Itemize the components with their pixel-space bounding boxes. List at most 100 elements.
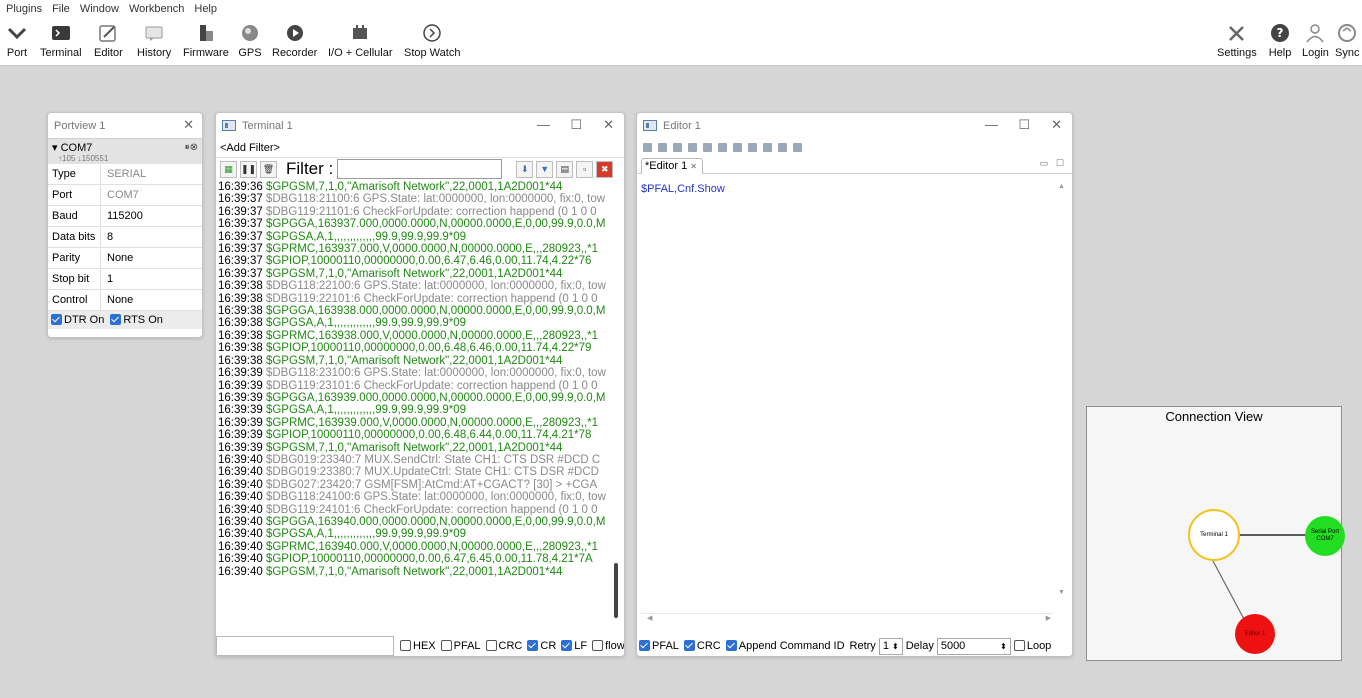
log-timestamp: 16:39:39 — [218, 391, 263, 404]
rts-checkbox[interactable]: RTS On — [110, 314, 163, 326]
cr-checkbox[interactable]: CR — [527, 640, 556, 652]
editor-crc-checkbox[interactable]: CRC — [683, 640, 721, 652]
append-command-id-checkbox[interactable]: Append Command ID — [725, 640, 845, 652]
log-timestamp: 16:39:39 — [218, 367, 263, 380]
grid-icon[interactable]: ▦ — [220, 160, 237, 178]
terminal-scrollbar[interactable] — [614, 563, 618, 618]
editor-tab[interactable]: *Editor 1 ✕ — [641, 158, 703, 174]
close-icon[interactable]: ✕ — [1051, 117, 1062, 133]
menu-plugins[interactable]: Plugins — [6, 3, 42, 15]
window-restore-icon[interactable]: ▫ — [576, 160, 594, 178]
toolbar-history-button[interactable]: History — [137, 22, 171, 59]
close-icon[interactable]: ✕ — [603, 117, 614, 133]
editor-vertical-scrollbar[interactable]: ▲ ▼ — [1056, 175, 1068, 621]
editor-titlebar[interactable]: Editor 1 — ☐ ✕ — [637, 113, 1072, 138]
hex-checkbox[interactable]: HEX — [400, 640, 436, 652]
save-icon[interactable] — [673, 142, 682, 152]
recorder-icon — [283, 22, 307, 44]
minimize-icon[interactable]: — — [537, 117, 550, 132]
scroll-right-icon[interactable]: ▶ — [1046, 614, 1051, 622]
download-icon[interactable]: ⬇ — [516, 160, 534, 178]
send-icon[interactable] — [778, 142, 787, 152]
log-message: $DBG118:24100:6 GPS.State: lat:0000000, … — [265, 491, 606, 504]
editor-horizontal-scrollbar[interactable]: ◀ ▶ — [641, 613, 1053, 625]
scroll-down-icon[interactable]: ▼ — [1058, 589, 1065, 596]
toolbar-sync-button[interactable]: Sync — [1335, 22, 1359, 59]
clear-red-icon[interactable]: ✖ — [596, 160, 614, 178]
baud-field[interactable]: 115200 — [100, 206, 202, 226]
control-field[interactable]: None — [100, 290, 202, 310]
maximize-icon[interactable]: ☐ — [1018, 117, 1030, 133]
editor-node[interactable]: Editor 1 — [1235, 614, 1275, 654]
pause-icon[interactable]: ❚❚ — [240, 160, 257, 178]
terminal-send-input[interactable] — [216, 636, 394, 656]
undo-icon[interactable] — [748, 142, 757, 152]
toolbar-help-button[interactable]: ? Help — [1268, 22, 1292, 59]
stopbit-field[interactable]: 1 — [100, 269, 202, 289]
maximize-icon[interactable]: ☐ — [570, 117, 582, 133]
toolbar-editor-button[interactable]: Editor — [94, 22, 123, 59]
save-as-icon[interactable] — [688, 142, 697, 152]
tab-close-icon[interactable]: ✕ — [690, 162, 697, 171]
retry-spinner[interactable]: 1 ⬍ — [878, 637, 903, 655]
log-line: 16:39:38 $GPGGA,163938.000,0000.0000,N,0… — [218, 305, 612, 317]
menu-help[interactable]: Help — [194, 3, 217, 15]
open-file-icon[interactable] — [658, 142, 667, 152]
spinner-arrows-icon[interactable]: ⬍ — [1000, 642, 1007, 651]
connection-line-editor — [1212, 560, 1246, 622]
delay-spinner[interactable]: 5000 ⬍ — [936, 637, 1011, 655]
toolbar-login-button[interactable]: Login — [1302, 22, 1329, 59]
editor-pfal-checkbox[interactable]: PFAL — [639, 640, 679, 652]
prop-row-port: Port COM7 — [48, 185, 202, 206]
send-all-icon[interactable] — [793, 142, 802, 152]
trash-icon[interactable]: 🗑 — [260, 160, 277, 178]
close-icon[interactable]: ✕ — [183, 117, 194, 133]
copy-icon[interactable] — [718, 142, 727, 152]
minimize-icon[interactable]: — — [985, 117, 998, 132]
minimize-view-icon[interactable]: ▭ — [1039, 158, 1048, 169]
funnel-icon[interactable]: ▼ — [536, 160, 554, 178]
port-close-icon[interactable]: ⊗ — [190, 142, 198, 153]
menu-workbench[interactable]: Workbench — [129, 3, 184, 15]
toolbar-gps-button[interactable]: GPS — [238, 22, 262, 59]
cut-icon[interactable] — [703, 142, 712, 152]
log-line: 16:39:40 $DBG118:24100:6 GPS.State: lat:… — [218, 491, 612, 503]
portview-titlebar[interactable]: Portview 1 ✕ — [48, 113, 202, 138]
add-filter-link[interactable]: <Add Filter> — [220, 142, 280, 154]
terminal-titlebar[interactable]: Terminal 1 — ☐ ✕ — [216, 113, 624, 138]
collapse-arrow-icon[interactable]: ▾ — [52, 141, 61, 154]
toolbar-settings-button[interactable]: Settings — [1217, 22, 1257, 59]
paste-icon[interactable] — [733, 142, 742, 152]
redo-icon[interactable] — [763, 142, 772, 152]
terminal-node[interactable]: Terminal 1 — [1188, 509, 1240, 561]
parity-field[interactable]: None — [100, 248, 202, 268]
terminal-options-bar: HEX PFAL CRC CR LF flow — [216, 636, 624, 656]
scroll-left-icon[interactable]: ◀ — [647, 614, 652, 622]
crc-checkbox[interactable]: CRC — [485, 640, 522, 652]
maximize-view-icon[interactable]: ☐ — [1056, 158, 1064, 169]
flow-checkbox[interactable]: flow — [592, 640, 624, 652]
pfal-checkbox[interactable]: PFAL — [440, 640, 481, 652]
editor-tab-row: *Editor 1 ✕ ▭ ☐ — [637, 156, 1072, 174]
toolbar-terminal-button[interactable]: Terminal — [40, 22, 82, 59]
menu-file[interactable]: File — [52, 3, 70, 15]
filter-input[interactable] — [337, 159, 503, 179]
terminal-log[interactable]: 16:39:36 $GPGSM,7,1,0,"Amarisoft Network… — [218, 181, 612, 629]
serial-port-node[interactable]: Serial Port COM7 — [1305, 516, 1345, 556]
toolbar-firmware-button[interactable]: Firmware — [183, 22, 229, 59]
layout-icon[interactable]: ▤ — [556, 160, 574, 178]
spinner-arrows-icon[interactable]: ⬍ — [892, 642, 899, 651]
toolbar-port-button[interactable]: Port — [5, 22, 29, 59]
new-file-icon[interactable] — [643, 142, 652, 152]
toolbar-io-cellular-button[interactable]: I/O + Cellular — [328, 22, 393, 59]
loop-checkbox[interactable]: Loop — [1013, 640, 1051, 652]
toolbar-recorder-button[interactable]: Recorder — [272, 22, 317, 59]
lf-checkbox[interactable]: LF — [561, 640, 587, 652]
toolbar-stopwatch-button[interactable]: Stop Watch — [404, 22, 460, 59]
databits-field[interactable]: 8 — [100, 227, 202, 247]
dtr-checkbox[interactable]: DTR On — [51, 314, 104, 326]
editor-content[interactable]: $PFAL,Cnf.Show — [641, 183, 725, 195]
add-filter-bar[interactable]: <Add Filter> — [216, 138, 624, 158]
scroll-up-icon[interactable]: ▲ — [1058, 183, 1065, 190]
menu-window[interactable]: Window — [80, 3, 119, 15]
